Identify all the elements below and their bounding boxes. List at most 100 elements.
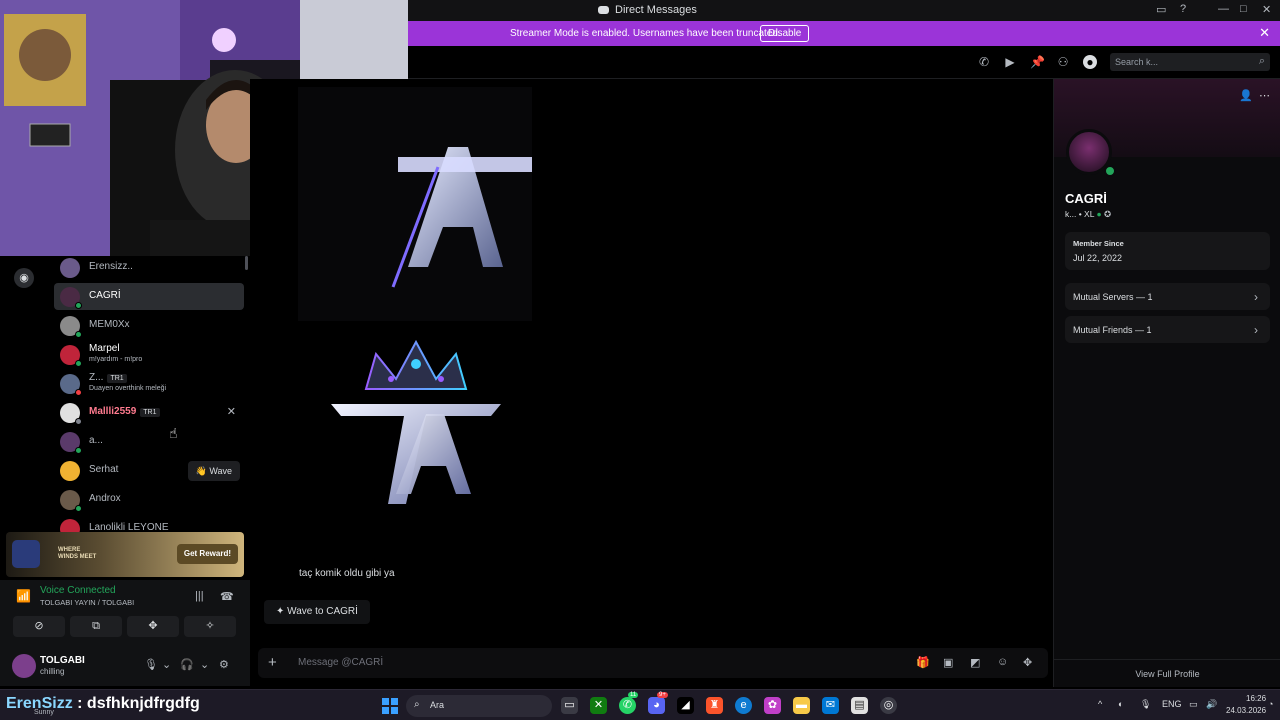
xbox-icon[interactable]: ✕ <box>590 697 607 714</box>
edge-icon[interactable]: e <box>735 697 752 714</box>
outlook-icon[interactable]: ✉ <box>822 697 839 714</box>
wave-to-user-label: Wave to CAGRİ <box>287 606 358 617</box>
dm-item[interactable]: Erensizz.. <box>54 256 244 281</box>
add-friends-icon[interactable]: ⚇ <box>1056 55 1070 69</box>
dm-item[interactable]: MEM0Xx <box>54 312 244 339</box>
inbox-icon[interactable]: ▭ <box>1156 3 1166 16</box>
gif-icon[interactable]: ▣ <box>943 656 953 669</box>
video-call-icon[interactable]: ▶ <box>1003 55 1017 69</box>
dm-item-hovered[interactable]: Mallli2559 TR1 ✕ <box>54 399 244 426</box>
discover-icon[interactable]: ◉ <box>14 268 34 288</box>
add-friend-icon[interactable]: 👤 <box>1239 90 1253 102</box>
dm-item[interactable]: Androx <box>54 486 244 513</box>
clock[interactable]: 16:26 24.03.2026 <box>1226 693 1266 717</box>
dm-name: Z... TR1 <box>89 372 127 383</box>
voice-channel[interactable]: TOLGABI YAYIN / TOLGABI <box>40 598 134 607</box>
discord-badge: 9+ <box>657 692 668 698</box>
whatsapp-icon[interactable]: ✆ <box>619 697 636 714</box>
capcut-icon[interactable]: ◢ <box>677 697 694 714</box>
maximize-button[interactable]: □ <box>1240 3 1247 15</box>
date: 24.03.2026 <box>1226 706 1267 715</box>
mutual-servers-row[interactable]: Mutual Servers — 1 › <box>1065 283 1270 310</box>
add-attachment-icon[interactable]: + <box>268 654 277 671</box>
more-icon[interactable]: ⋯ <box>1259 90 1270 102</box>
apps-icon[interactable]: ✥ <box>1023 656 1032 669</box>
message-composer[interactable]: + Message @CAGRİ 🎁 ▣ ◩ ☺ ✥ <box>258 648 1048 678</box>
noise-suppression-icon[interactable]: ||| <box>195 590 204 602</box>
wave-hand-icon: 👋 <box>195 466 207 476</box>
voice-panel: 📶 Voice Connected TOLGABI YAYIN / TOLGAB… <box>0 580 250 648</box>
volume-icon[interactable]: 🔊 <box>1206 699 1217 710</box>
chevron-down-icon[interactable]: ⌄ <box>162 658 171 671</box>
profile-tagline-text: k... • XL <box>1065 209 1095 219</box>
dm-item[interactable]: Z... TR1 Duayen overthink meleği <box>54 370 244 397</box>
dm-item[interactable]: Marpel m!yardım - m!pro <box>54 341 244 368</box>
close-banner-icon[interactable]: ✕ <box>1259 25 1270 41</box>
member-since-value: Jul 22, 2022 <box>1073 253 1123 263</box>
discord-app-icon[interactable]: ◕ <box>648 697 665 714</box>
camera-off-button[interactable]: ⊘ <box>13 616 65 637</box>
dm-list-scrollbar[interactable] <box>245 256 248 270</box>
dm-item[interactable]: Serhat 👋 Wave <box>54 457 244 484</box>
view-full-profile-link[interactable]: View Full Profile <box>1054 659 1280 679</box>
screen-share-button[interactable]: ⧉ <box>70 616 122 637</box>
language-indicator[interactable]: ENG <box>1162 699 1182 709</box>
avatar[interactable] <box>12 654 36 678</box>
search-icon: ⌕ <box>414 699 420 710</box>
search-input[interactable]: Search k... ⌕ <box>1110 53 1270 71</box>
headphones-icon[interactable]: 🎧 <box>180 658 194 671</box>
image-attachment[interactable] <box>316 334 516 514</box>
brave-icon[interactable]: ♜ <box>706 697 723 714</box>
signal-icon[interactable]: 📶 <box>16 589 31 603</box>
dm-name: Marpel <box>89 343 120 354</box>
task-view-icon[interactable]: ▭ <box>561 697 578 714</box>
microphone-icon[interactable]: 🎙 <box>144 658 158 671</box>
notification-icon[interactable]: ◔ <box>1268 699 1273 709</box>
wave-to-user-button[interactable]: ✦ Wave to CAGRİ <box>264 600 370 624</box>
tray-chevron-up-icon[interactable]: ^ <box>1098 699 1102 709</box>
online-status-icon <box>75 505 82 512</box>
store-icon[interactable]: ▤ <box>851 697 868 714</box>
minimize-button[interactable]: — <box>1218 3 1229 15</box>
network-icon[interactable]: ▭ <box>1189 699 1198 710</box>
user-profile-icon[interactable]: ● <box>1083 55 1097 69</box>
activities-button[interactable]: ✥ <box>127 616 179 637</box>
emoji-icon[interactable]: ☺ <box>997 656 1008 668</box>
tray-mic-icon[interactable]: 🎙 <box>1140 699 1151 710</box>
sticker-icon[interactable]: ◩ <box>970 656 980 669</box>
help-icon[interactable]: ? <box>1180 3 1186 15</box>
search-icon: ⌕ <box>1258 55 1265 67</box>
copilot-icon[interactable]: ✿ <box>764 697 781 714</box>
image-attachment[interactable] <box>298 87 548 321</box>
server-rail: ◉ <box>0 256 48 528</box>
dm-item[interactable]: a... <box>54 428 244 455</box>
windows-start-icon[interactable] <box>382 698 398 714</box>
close-window-button[interactable]: ✕ <box>1262 3 1271 16</box>
get-reward-button[interactable]: Get Reward! <box>176 544 238 564</box>
dm-item[interactable]: Lanolikli LEYONE <box>54 515 244 532</box>
logo-image-1 <box>391 147 548 288</box>
disconnect-icon[interactable]: ☎ <box>220 590 234 603</box>
close-dm-icon[interactable]: ✕ <box>227 405 236 418</box>
dm-list: Erensizz.. CAGRİ MEM0Xx Marpel m!yardım … <box>48 256 250 532</box>
disable-streamer-mode-button[interactable]: Disable <box>760 25 810 42</box>
mutual-friends-row[interactable]: Mutual Friends — 1 › <box>1065 316 1270 343</box>
offline-status-icon <box>75 418 82 425</box>
chrome-icon[interactable]: ◎ <box>880 697 897 714</box>
server-tag: TR1 <box>107 374 127 383</box>
voice-call-icon[interactable]: ✆ <box>977 55 991 69</box>
chevron-down-icon[interactable]: ⌄ <box>200 658 209 671</box>
profile-tagline: k... • XL ● ✪ <box>1065 209 1111 220</box>
wave-button[interactable]: 👋 Wave <box>187 461 240 481</box>
online-status-icon <box>75 360 82 367</box>
streamer-mode-message: Streamer Mode is enabled. Usernames have… <box>510 28 781 39</box>
tray-app-icon[interactable]: ◐ <box>1118 699 1123 709</box>
profile-name: CAGRİ <box>1065 191 1107 206</box>
dm-item-selected[interactable]: CAGRİ <box>54 283 244 310</box>
taskbar-search[interactable]: ⌕ Ara <box>406 695 552 717</box>
file-explorer-icon[interactable]: ▬ <box>793 697 810 714</box>
soundboard-button[interactable]: ✧ <box>184 616 236 637</box>
settings-gear-icon[interactable]: ⚙ <box>219 658 229 671</box>
gift-icon[interactable]: 🎁 <box>916 656 930 669</box>
pin-icon[interactable]: 📌 <box>1030 55 1045 69</box>
